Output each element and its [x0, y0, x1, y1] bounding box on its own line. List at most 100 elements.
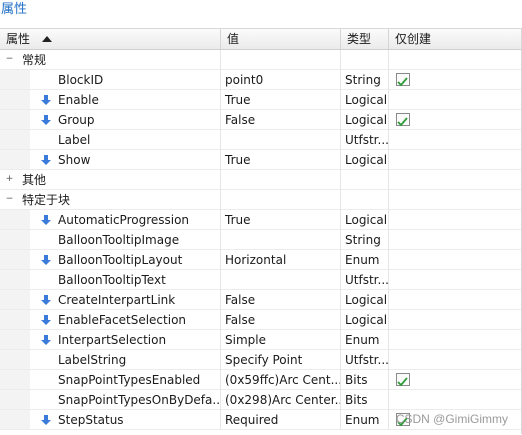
indent-gutter: [0, 130, 30, 149]
property-row[interactable]: SnapPointTypesEnabled (0x59ffc)Arc Cent..…: [0, 370, 522, 390]
sort-ascending-icon: [42, 36, 53, 42]
grid-header: 属性 值 类型 仅创建: [0, 29, 522, 50]
property-name-cell[interactable]: CreateInterpartLink: [0, 290, 221, 310]
property-name-cell[interactable]: BalloonTooltipImage: [0, 230, 221, 250]
checkbox-checked-icon[interactable]: [395, 373, 411, 387]
property-create-only-cell[interactable]: [389, 310, 522, 330]
property-value-cell[interactable]: (0x298)Arc Center...: [221, 390, 341, 410]
property-value-cell[interactable]: Required: [221, 410, 341, 430]
property-name: Group: [58, 113, 95, 127]
grid-rows: − 常规 BlockID point0 String Enable True Logical G…: [0, 50, 522, 430]
property-name: AutomaticProgression: [58, 213, 190, 227]
property-name-cell[interactable]: Enable: [0, 90, 221, 110]
property-name-cell[interactable]: Group: [0, 110, 221, 130]
arrow-down-icon: [41, 255, 51, 265]
property-type-cell: Logical: [341, 90, 389, 110]
property-create-only-cell[interactable]: [389, 370, 522, 390]
property-row[interactable]: SnapPointTypesOnByDefa... (0x298)Arc Cent…: [0, 390, 522, 410]
arrow-down-icon: [41, 415, 51, 425]
property-create-only-cell[interactable]: [389, 90, 522, 110]
property-value-cell[interactable]: Horizontal: [221, 250, 341, 270]
arrow-down-icon: [41, 215, 51, 225]
group-row[interactable]: − 常规: [0, 50, 522, 70]
property-value-cell[interactable]: point0: [221, 70, 341, 90]
property-value-cell[interactable]: False: [221, 310, 341, 330]
property-name-cell[interactable]: BlockID: [0, 70, 221, 90]
property-name: BlockID: [58, 73, 104, 87]
column-header-property[interactable]: 属性: [0, 29, 221, 49]
property-value-cell[interactable]: Simple: [221, 330, 341, 350]
property-value-cell[interactable]: [221, 270, 341, 290]
property-type-cell: Logical: [341, 110, 389, 130]
property-name-cell[interactable]: EnableFacetSelection: [0, 310, 221, 330]
property-name-cell[interactable]: LabelString: [0, 350, 221, 370]
property-row[interactable]: LabelString Specify Point Utfstr...: [0, 350, 522, 370]
property-create-only-cell[interactable]: [389, 250, 522, 270]
property-row[interactable]: Group False Logical: [0, 110, 522, 130]
group-cell: + 其他: [0, 170, 221, 190]
property-value-cell[interactable]: Specify Point: [221, 350, 341, 370]
property-type-cell: Enum: [341, 330, 389, 350]
property-row[interactable]: BlockID point0 String: [0, 70, 522, 90]
property-create-only-cell[interactable]: [389, 70, 522, 90]
property-value-cell[interactable]: False: [221, 110, 341, 130]
column-header-type[interactable]: 类型: [341, 29, 389, 49]
property-name-cell[interactable]: Show: [0, 150, 221, 170]
group-type-cell: [341, 50, 389, 70]
property-create-only-cell[interactable]: [389, 350, 522, 370]
property-row[interactable]: Label Utfstr...: [0, 130, 522, 150]
property-row[interactable]: Show True Logical: [0, 150, 522, 170]
property-create-only-cell[interactable]: [389, 150, 522, 170]
collapse-icon[interactable]: −: [5, 55, 14, 64]
property-value-cell[interactable]: [221, 130, 341, 150]
group-row[interactable]: + 其他: [0, 170, 522, 190]
group-create-only-cell: [389, 50, 522, 70]
property-name-cell[interactable]: InterpartSelection: [0, 330, 221, 350]
checkbox-checked-icon[interactable]: [395, 73, 411, 87]
property-row[interactable]: AutomaticProgression True Logical: [0, 210, 522, 230]
property-name: SnapPointTypesEnabled: [58, 373, 201, 387]
property-create-only-cell[interactable]: [389, 230, 522, 250]
property-value-cell[interactable]: True: [221, 210, 341, 230]
property-grid: 属性 值 类型 仅创建 − 常规 BlockID point0 String Enable…: [0, 28, 522, 435]
property-value-cell[interactable]: True: [221, 150, 341, 170]
property-type-cell: String: [341, 230, 389, 250]
property-row[interactable]: CreateInterpartLink False Logical: [0, 290, 522, 310]
group-row[interactable]: − 特定于块: [0, 190, 522, 210]
property-name-cell[interactable]: SnapPointTypesEnabled: [0, 370, 221, 390]
property-create-only-cell[interactable]: [389, 390, 522, 410]
property-row[interactable]: EnableFacetSelection False Logical: [0, 310, 522, 330]
property-value-cell[interactable]: True: [221, 90, 341, 110]
collapse-icon[interactable]: −: [5, 195, 14, 204]
property-create-only-cell[interactable]: [389, 130, 522, 150]
property-name-cell[interactable]: AutomaticProgression: [0, 210, 221, 230]
property-row[interactable]: BalloonTooltipImage String: [0, 230, 522, 250]
property-name-cell[interactable]: BalloonTooltipText: [0, 270, 221, 290]
property-create-only-cell[interactable]: [389, 330, 522, 350]
property-row[interactable]: InterpartSelection Simple Enum: [0, 330, 522, 350]
property-value-cell[interactable]: (0x59ffc)Arc Cent...: [221, 370, 341, 390]
property-row[interactable]: BalloonTooltipText Utfstr...: [0, 270, 522, 290]
property-row[interactable]: Enable True Logical: [0, 90, 522, 110]
property-name-cell[interactable]: Label: [0, 130, 221, 150]
indent-gutter: [0, 210, 30, 229]
property-name-cell[interactable]: SnapPointTypesOnByDefa...: [0, 390, 221, 410]
indent-gutter: [0, 70, 30, 89]
column-header-value[interactable]: 值: [221, 29, 341, 49]
indent-gutter: [0, 90, 30, 109]
property-create-only-cell[interactable]: [389, 270, 522, 290]
group-cell: − 特定于块: [0, 190, 221, 210]
property-name: Label: [58, 133, 91, 147]
property-name-cell[interactable]: StepStatus: [0, 410, 221, 430]
property-name-cell[interactable]: BalloonTooltipLayout: [0, 250, 221, 270]
column-header-create-only[interactable]: 仅创建: [389, 29, 522, 49]
property-row[interactable]: BalloonTooltipLayout Horizontal Enum: [0, 250, 522, 270]
property-value-cell[interactable]: [221, 230, 341, 250]
indent-gutter: [0, 270, 30, 289]
expand-icon[interactable]: +: [5, 175, 14, 184]
property-value-cell[interactable]: False: [221, 290, 341, 310]
checkbox-checked-icon[interactable]: [395, 113, 411, 127]
property-create-only-cell[interactable]: [389, 210, 522, 230]
property-create-only-cell[interactable]: [389, 110, 522, 130]
property-create-only-cell[interactable]: [389, 290, 522, 310]
